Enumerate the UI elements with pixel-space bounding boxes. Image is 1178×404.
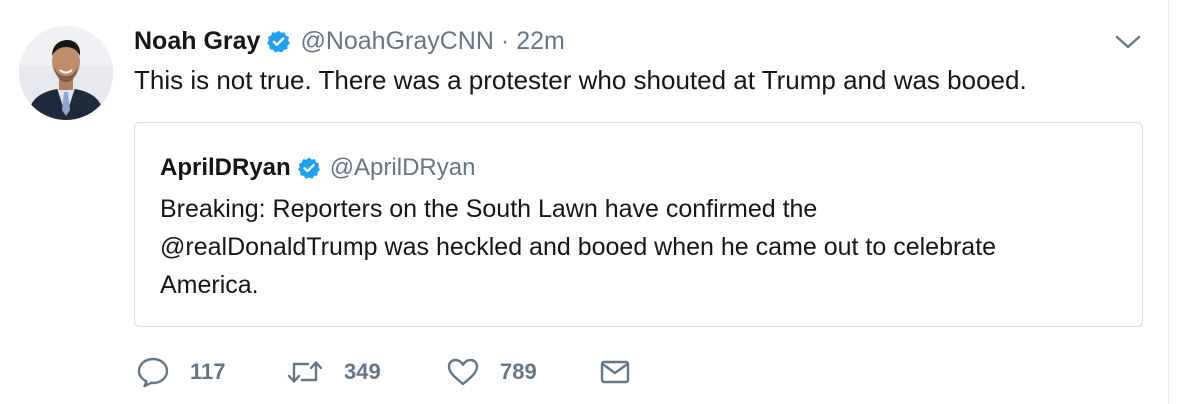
reply-count: 117 <box>190 359 226 384</box>
tweet-text: This is not true. There was a protester … <box>134 65 1027 95</box>
quoted-tweet[interactable]: AprilDRyan @AprilDRyan Breaking: Reporte… <box>134 122 1143 327</box>
tweet-timestamp[interactable]: 22m <box>516 27 565 56</box>
verified-badge-icon <box>266 29 291 54</box>
quoted-text-line: America. <box>160 271 259 299</box>
chevron-down-icon[interactable] <box>1115 32 1141 52</box>
separator-dot: · <box>500 26 510 55</box>
like-count: 789 <box>500 359 537 384</box>
reply-button[interactable]: 117 <box>136 356 286 388</box>
column-divider <box>1168 0 1169 404</box>
avatar[interactable] <box>19 26 113 120</box>
tweet-header: Noah Gray @NoahGrayCNN · 22m <box>134 24 565 58</box>
like-button[interactable]: 789 <box>446 357 599 387</box>
retweet-count: 349 <box>344 359 381 384</box>
envelope-icon <box>599 358 631 386</box>
heart-icon <box>446 357 480 387</box>
quoted-text-line: Breaking: Reporters on the South Lawn ha… <box>160 195 818 223</box>
quoted-text-line: @realDonaldTrump was heckled and booed w… <box>160 233 997 261</box>
retweet-icon <box>286 357 324 387</box>
verified-badge-icon <box>297 156 321 180</box>
tweet-actions: 117 349 789 <box>136 354 631 390</box>
quoted-tweet-text: Breaking: Reporters on the South Lawn ha… <box>160 190 1120 304</box>
quoted-tweet-header: AprilDRyan @AprilDRyan <box>160 151 475 185</box>
author-handle[interactable]: @NoahGrayCNN <box>300 27 493 56</box>
reply-icon <box>136 356 170 388</box>
quoted-author-name: AprilDRyan <box>160 154 291 181</box>
tweet-card: Noah Gray @NoahGrayCNN · 22m This is not… <box>0 0 1178 404</box>
quoted-author-handle: @AprilDRyan <box>329 154 476 181</box>
author-name[interactable]: Noah Gray <box>134 27 260 56</box>
direct-message-button[interactable] <box>599 358 631 386</box>
retweet-button[interactable]: 349 <box>286 357 446 387</box>
